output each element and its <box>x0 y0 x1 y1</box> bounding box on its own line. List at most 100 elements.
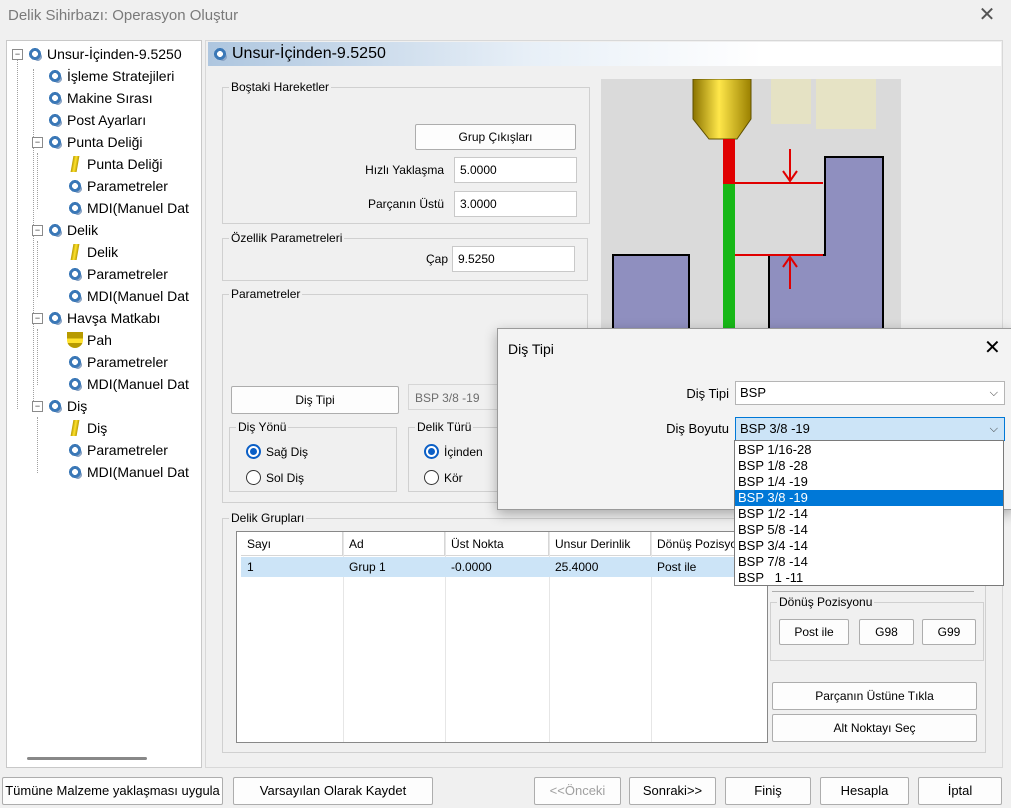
blind-radio[interactable]: Kör <box>424 470 463 485</box>
close-icon[interactable]: ✕ <box>984 335 1001 360</box>
save-as-default-button[interactable]: Varsayılan Olarak Kaydet <box>233 777 433 805</box>
diameter-input[interactable]: 9.5250 <box>452 246 575 272</box>
tree-item-dis-param[interactable]: Parametreler <box>67 439 168 461</box>
tree-item-dis-tool[interactable]: Diş <box>67 417 107 439</box>
gear-icon <box>47 310 63 326</box>
gear-icon <box>67 288 83 304</box>
left-hand-radio[interactable]: Sol Diş <box>246 470 304 485</box>
gear-icon <box>47 134 63 150</box>
dropdown-option[interactable]: BSP 3/4 -14 <box>735 538 1003 554</box>
dropdown-option[interactable]: BSP 1/8 -28 <box>735 458 1003 474</box>
collapse-punta-icon[interactable]: − <box>32 137 43 148</box>
radio-unchecked-icon <box>424 470 439 485</box>
tree-item-punta-mdi[interactable]: MDI(Manuel Dat <box>67 197 189 219</box>
tree-item-punta-param[interactable]: Parametreler <box>67 175 168 197</box>
window-title: Delik Sihirbazı: Operasyon Oluştur <box>8 7 239 24</box>
apply-approach-all-button[interactable]: Tümüne Malzeme yaklaşması uygula <box>2 777 223 805</box>
radio-checked-icon <box>246 444 261 459</box>
tree-item-havsa[interactable]: Havşa Matkabı <box>47 307 160 329</box>
calculate-button[interactable]: Hesapla <box>820 777 909 805</box>
feature-params-legend: Özellik Parametreleri <box>231 231 343 245</box>
return-post-button[interactable]: Post ile <box>779 619 849 645</box>
column-header[interactable]: Üst Nokta <box>445 532 549 556</box>
dropdown-option[interactable]: BSP 7/8 -14 <box>735 554 1003 570</box>
column-header[interactable]: Ad <box>343 532 445 556</box>
hole-type-legend: Delik Türü <box>417 420 472 434</box>
thread-size-select[interactable]: BSP 3/8 -19 ⌵ <box>735 417 1005 441</box>
cancel-button[interactable]: İptal <box>918 777 1002 805</box>
tree-item-makine[interactable]: Makine Sırası <box>47 87 153 109</box>
thread-type-select[interactable]: BSP ⌵ <box>735 381 1005 405</box>
group-outputs-button[interactable]: Grup Çıkışları <box>415 124 576 150</box>
tree-item-post[interactable]: Post Ayarları <box>47 109 146 131</box>
thread-value-field: BSP 3/8 -19 <box>408 384 498 410</box>
tree-horizontal-scrollbar[interactable] <box>27 757 147 760</box>
rapid-approach-input[interactable]: 5.0000 <box>454 157 577 183</box>
tree-item-havsa-param[interactable]: Parametreler <box>67 351 168 373</box>
tree-item-delik[interactable]: Delik <box>47 219 98 241</box>
thread-type-label: Diş Tipi <box>686 386 729 401</box>
collapse-root-icon[interactable]: − <box>12 49 23 60</box>
part-top-input[interactable]: 3.0000 <box>454 191 577 217</box>
gear-icon <box>67 266 83 282</box>
column-header[interactable]: Unsur Derinlik <box>549 532 651 556</box>
drill-icon <box>70 156 80 172</box>
gear-icon <box>67 354 83 370</box>
gear-icon <box>27 46 43 62</box>
column-header[interactable]: Sayı <box>241 532 343 556</box>
tree-item-delik-param[interactable]: Parametreler <box>67 263 168 285</box>
close-icon[interactable]: ✕ <box>975 2 999 27</box>
page-header: Unsur-İçinden-9.5250 <box>208 42 1001 66</box>
thread-size-dropdown[interactable]: BSP 1/16-28 BSP 1/8 -28 BSP 1/4 -19 BSP … <box>734 440 1004 586</box>
tree-item-havsa-mdi[interactable]: MDI(Manuel Dat <box>67 373 189 395</box>
next-button[interactable]: Sonraki>> <box>629 777 716 805</box>
finish-button[interactable]: Finiş <box>725 777 811 805</box>
hole-groups-table[interactable]: Sayı Ad Üst Nokta Unsur Derinlik Dönüş P… <box>236 531 768 743</box>
tool-diagram-graphic <box>601 79 901 329</box>
click-part-top-button[interactable]: Parçanın Üstüne Tıkla <box>772 682 977 710</box>
dropdown-option[interactable]: BSP 5/8 -14 <box>735 522 1003 538</box>
g99-button[interactable]: G99 <box>922 619 976 645</box>
gear-icon <box>47 398 63 414</box>
tree-item-punta[interactable]: Punta Deliği <box>47 131 143 153</box>
tree-item-havsa-tool[interactable]: Pah <box>67 329 112 351</box>
hole-groups-legend: Delik Grupları <box>231 511 305 525</box>
gear-icon <box>212 46 228 62</box>
gear-icon <box>47 112 63 128</box>
drilling-illustration <box>601 79 901 329</box>
g98-button[interactable]: G98 <box>859 619 914 645</box>
radio-checked-icon <box>424 444 439 459</box>
tree-item-delik-mdi[interactable]: MDI(Manuel Dat <box>67 285 189 307</box>
select-bottom-point-button[interactable]: Alt Noktayı Seç <box>772 714 977 742</box>
return-position-legend: Dönüş Pozisyonu <box>779 595 873 609</box>
thread-type-button[interactable]: Diş Tipi <box>231 386 399 414</box>
table-cell: -0.0000 <box>451 560 492 574</box>
table-cell: 25.4000 <box>555 560 599 574</box>
tree-item-dis-mdi[interactable]: MDI(Manuel Dat <box>67 461 189 483</box>
previous-button[interactable]: <<Önceki <box>534 777 621 805</box>
dropdown-option[interactable]: BSP 1 -11 <box>735 570 1003 586</box>
collapse-dis-icon[interactable]: − <box>32 401 43 412</box>
gear-icon <box>47 222 63 238</box>
chevron-down-icon: ⌵ <box>989 387 998 399</box>
gear-icon <box>67 178 83 194</box>
tree-item-punta-tool[interactable]: Punta Deliği <box>67 153 163 175</box>
tree-item-dis[interactable]: Diş <box>47 395 87 417</box>
right-hand-radio[interactable]: Sağ Diş <box>246 444 308 459</box>
tree-root[interactable]: Unsur-İçinden-9.5250 <box>27 43 182 65</box>
part-top-label: Parçanın Üstü <box>367 197 444 211</box>
tap-icon <box>70 420 80 436</box>
dropdown-option[interactable]: BSP 1/16-28 <box>735 442 1003 458</box>
gear-icon <box>47 68 63 84</box>
table-cell: 1 <box>247 560 254 574</box>
dropdown-option[interactable]: BSP 1/2 -14 <box>735 506 1003 522</box>
collapse-havsa-icon[interactable]: − <box>32 313 43 324</box>
through-radio[interactable]: İçinden <box>424 444 483 459</box>
dropdown-option-selected[interactable]: BSP 3/8 -19 <box>735 490 1003 506</box>
operation-tree[interactable]: − Unsur-İçinden-9.5250 İşleme Stratejile… <box>6 40 202 768</box>
dropdown-option[interactable]: BSP 1/4 -19 <box>735 474 1003 490</box>
tree-item-isleme[interactable]: İşleme Stratejileri <box>47 65 174 87</box>
hidden-button-edge <box>772 585 974 592</box>
tree-item-delik-tool[interactable]: Delik <box>67 241 118 263</box>
collapse-delik-icon[interactable]: − <box>32 225 43 236</box>
